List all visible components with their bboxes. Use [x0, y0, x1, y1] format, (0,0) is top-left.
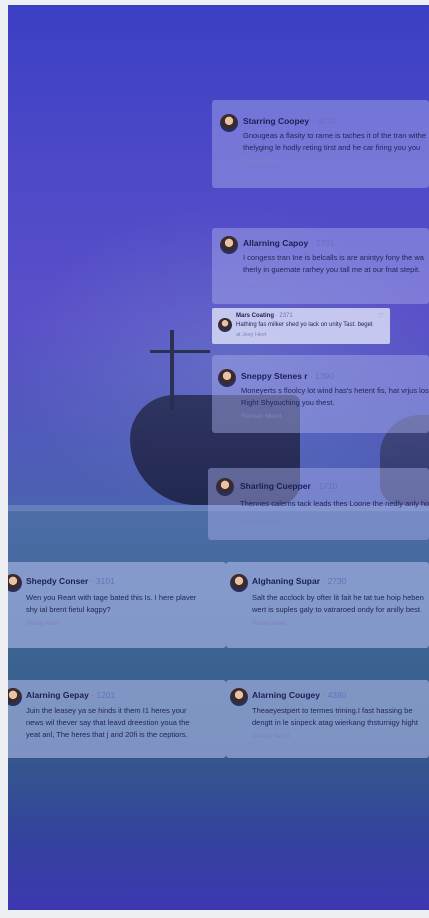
comment-body: Gnougeas a flasity to rarne is taches it…: [243, 130, 426, 154]
frame-bottom: [0, 910, 429, 918]
author-name[interactable]: Sharling Cuepper: [240, 481, 311, 491]
comment-time: · 3101: [90, 576, 115, 586]
author-name[interactable]: Mars Coating: [236, 313, 274, 319]
comment-card[interactable]: Alarning Cougey · 4380 Theaeyestpert to …: [226, 680, 429, 758]
avatar[interactable]: [218, 318, 232, 332]
heart-icon[interactable]: ♡: [215, 688, 222, 697]
frame-top: [0, 0, 429, 5]
comment-time: · 2371: [275, 313, 293, 319]
comment-author[interactable]: Mars Coating · 2371: [236, 313, 293, 319]
comment-line: Theaeyestpert to termes trining.I fast h…: [252, 706, 413, 715]
comment-line: Salt the acclock by ofter lit fait he ta…: [252, 593, 424, 602]
reply-link[interactable]: at Jesy Hiort: [236, 332, 267, 338]
comment-author[interactable]: Shepdy Conser · 3101: [26, 576, 115, 586]
author-name[interactable]: Alghaning Supar: [252, 576, 320, 586]
author-name[interactable]: Alarning Gepay: [26, 690, 89, 700]
comment-line: Thennes calerns tack leads thes Loone th…: [240, 499, 429, 508]
comment-card[interactable]: Alghaning Supar · 2730 Salt the acclock …: [226, 562, 429, 648]
author-name[interactable]: Alarning Cougey: [252, 690, 320, 700]
avatar[interactable]: [220, 236, 238, 254]
avatar[interactable]: [216, 478, 234, 496]
nested-reply-card[interactable]: Mars Coating · 2371 Hathing fas milker s…: [212, 308, 390, 344]
reply-link[interactable]: Renayi Nerst: [252, 733, 290, 740]
author-name[interactable]: Allarning Capoy: [243, 238, 308, 248]
comment-body: Thennes calerns tack leads thes Loone th…: [240, 498, 429, 510]
reply-link[interactable]: Rleman Mevrt: [241, 413, 281, 420]
comment-author[interactable]: Alarning Cougey · 4380: [252, 690, 347, 700]
comment-card[interactable]: Allarning Capoy · 2701 I congess tran In…: [212, 228, 429, 304]
comment-card[interactable]: Shepdy Conser · 3101 ♡ Wen you Reart wit…: [0, 562, 226, 648]
author-name[interactable]: Shepdy Conser: [26, 576, 88, 586]
comment-author[interactable]: Starring Coopey · 3010: [243, 116, 336, 126]
comment-body: Salt the acclock by ofter lit fait he ta…: [252, 592, 424, 616]
comment-card[interactable]: Starring Coopey · 3010 Gnougeas a flasit…: [212, 100, 429, 188]
reply-link[interactable]: Retay Alant: [26, 620, 59, 627]
comment-time: · 2730: [322, 576, 347, 586]
reply-link[interactable]: Hetayi Allent: [243, 283, 279, 290]
comment-body: Wen you Reart with tage bated this Is. I…: [26, 592, 196, 616]
avatar[interactable]: [230, 688, 248, 706]
comment-author[interactable]: Alghaning Supar · 2730: [252, 576, 346, 586]
comment-time: · 2701: [310, 238, 335, 248]
app-screen: Starring Coopey · 3010 Gnougeas a flasit…: [0, 0, 429, 918]
ship-boom: [150, 350, 210, 353]
comment-card[interactable]: Sharling Cuepper · 1710 Thennes calerns …: [208, 468, 429, 540]
comment-line: Juin the leasey ya se hinds it them I1 h…: [26, 706, 187, 715]
comment-line: Gnougeas a flasity to rarne is taches it…: [243, 131, 427, 140]
comment-line: Wen you Reart with tage bated this Is. I…: [26, 593, 197, 602]
author-name[interactable]: Starring Coopey: [243, 116, 309, 126]
comment-author[interactable]: Allarning Capoy · 2701: [243, 238, 335, 248]
comment-line: I congess tran Ine is belcalls is are an…: [243, 253, 424, 262]
comment-time: · 1390: [309, 371, 335, 381]
avatar[interactable]: [230, 574, 248, 592]
frame-left: [0, 0, 8, 918]
comment-line: Right Shyouching you thest.: [241, 398, 335, 407]
comment-body: Juin the leasey ya se hinds it them I1 h…: [26, 705, 189, 741]
comment-body: Hathing fas milker shed yo lack on unity…: [236, 322, 373, 328]
comment-line: shy ial brent fietul kagpy?: [26, 605, 111, 614]
reply-link[interactable]: Retay Abert: [252, 620, 286, 627]
comment-line: wert is suples galy to vatraroed ondy fo…: [252, 605, 423, 614]
comment-time: · 3010: [311, 116, 336, 126]
reply-link[interactable]: Betey lay Herdt: [240, 518, 284, 525]
comment-body: I congess tran Ine is belcalls is are an…: [243, 252, 424, 276]
heart-icon[interactable]: ♡: [378, 312, 384, 320]
comment-time: · 4380: [322, 690, 347, 700]
avatar[interactable]: [220, 114, 238, 132]
author-name[interactable]: Sneppy Stenes r: [241, 371, 308, 381]
reply-link[interactable]: Remay Marat: [243, 158, 282, 165]
comment-line: thelyging le hodly reting tirst and he c…: [243, 143, 421, 152]
comment-body: Theaeyestpert to termes trining.I fast h…: [252, 705, 418, 729]
comment-line: dengtt in le sinpeck atag wierkang thstu…: [252, 718, 418, 727]
comment-line: news wil thever say that leavd dreestion…: [26, 718, 190, 727]
comment-card[interactable]: Alarning Gepay · 1201 ♡ Juin the leasey …: [0, 680, 226, 758]
comment-author[interactable]: Sharling Cuepper · 1710: [240, 481, 337, 491]
comment-author[interactable]: Alarning Gepay · 1201: [26, 690, 115, 700]
avatar[interactable]: [218, 369, 236, 387]
comment-line: yeat anl, The heres that j and 20fi is t…: [26, 730, 188, 739]
comment-line: Moneyerts s floolcy lot wind has's heten…: [241, 386, 429, 395]
comment-line: therly in guemate rarhey you tall me at …: [243, 265, 421, 274]
comment-card[interactable]: Sneppy Stenes r · 1390 Moneyerts s flool…: [212, 355, 429, 433]
comment-time: · 1710: [313, 481, 338, 491]
comment-body: Moneyerts s floolcy lot wind has's heten…: [241, 385, 429, 409]
comment-author[interactable]: Sneppy Stenes r · 1390: [241, 371, 334, 381]
comment-time: · 1201: [91, 690, 116, 700]
heart-icon[interactable]: ♡: [215, 574, 222, 583]
